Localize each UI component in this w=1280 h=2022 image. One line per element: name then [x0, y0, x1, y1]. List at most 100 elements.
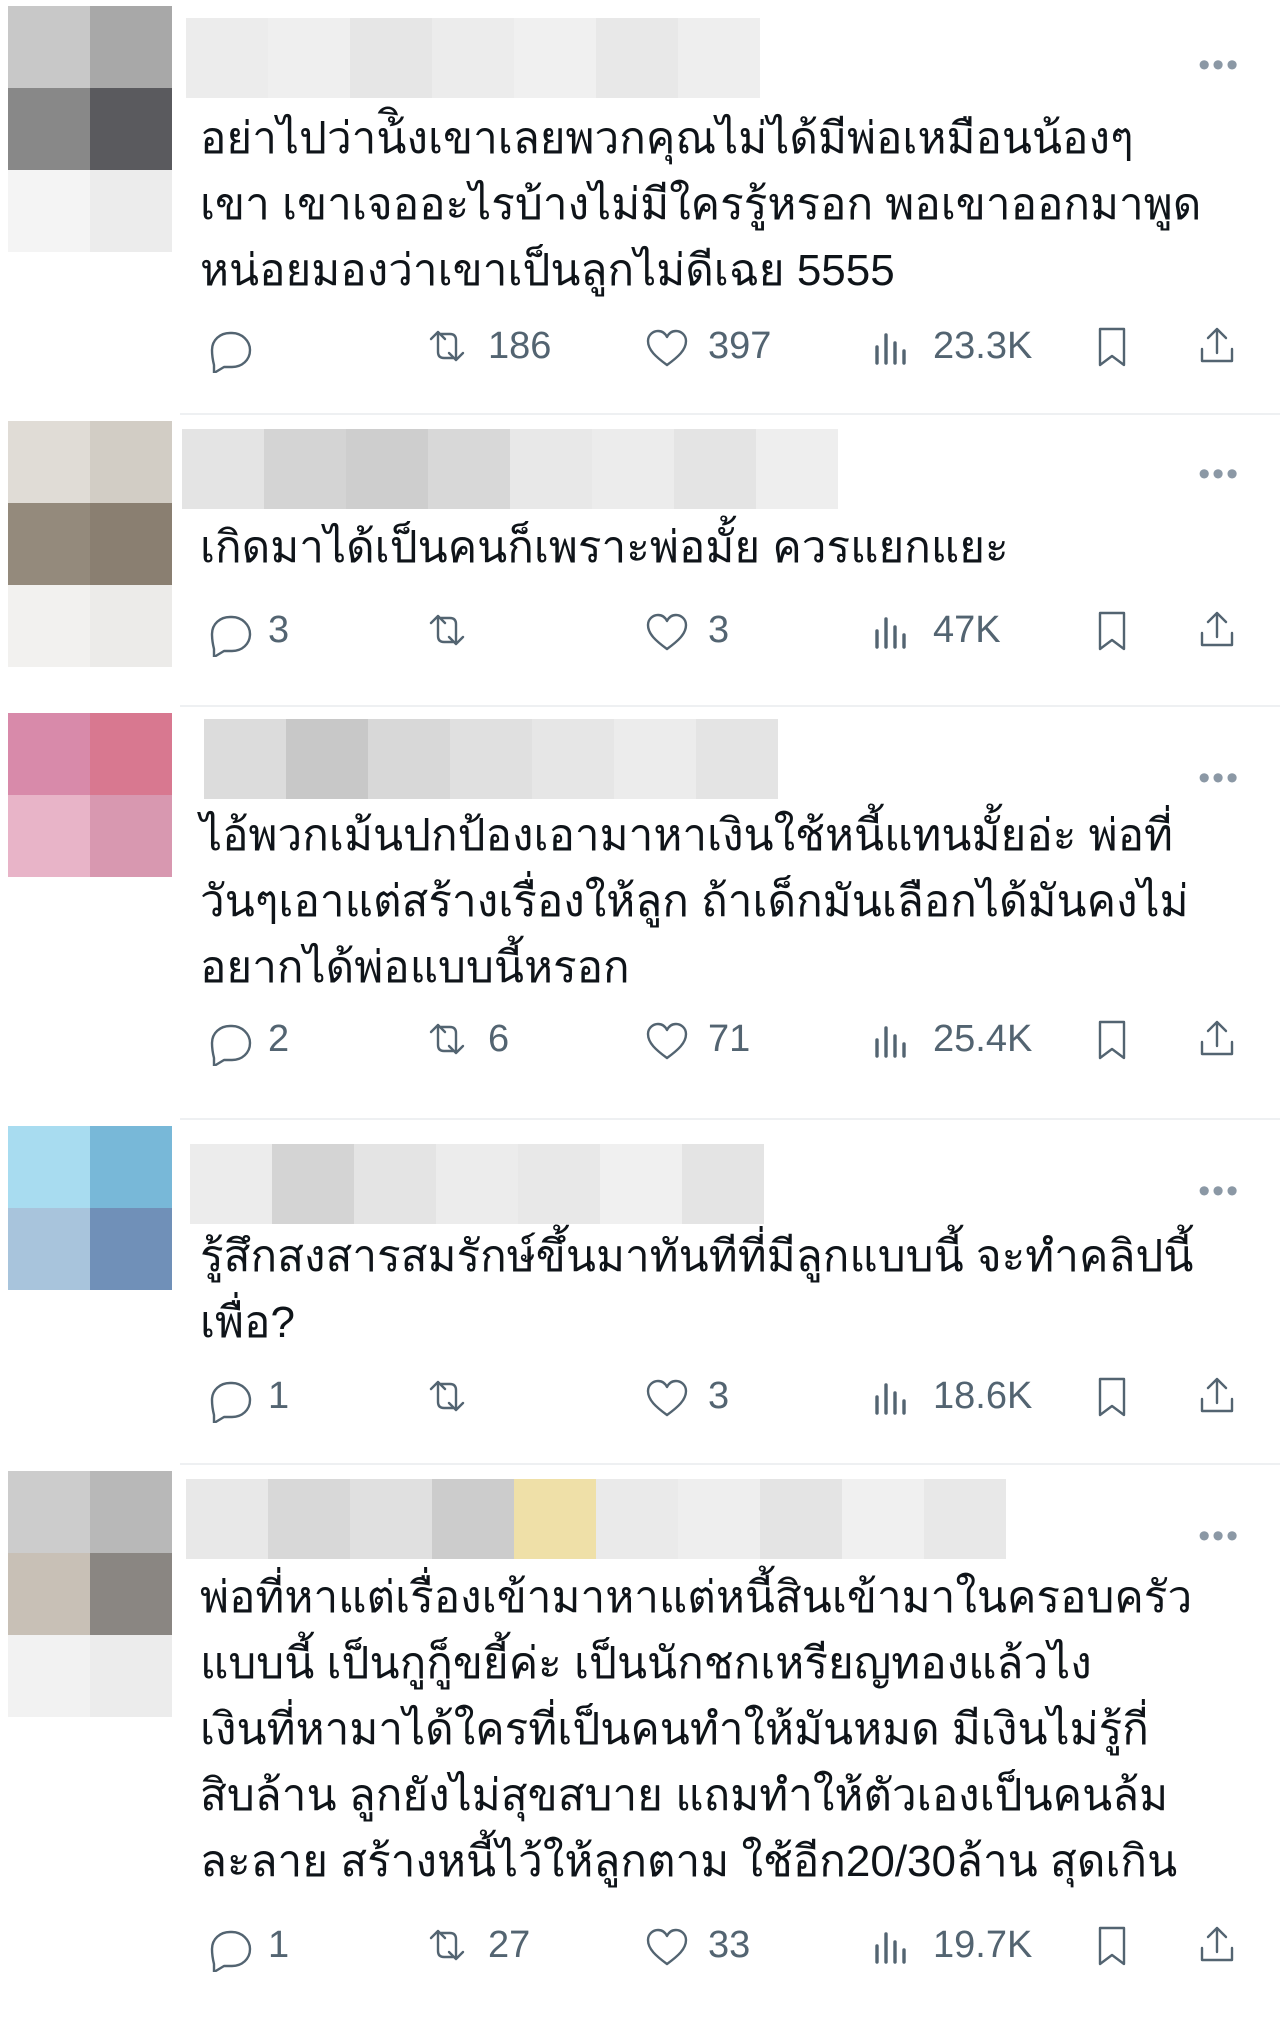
- blurred-username[interactable]: [186, 18, 760, 98]
- more-options-icon[interactable]: •••: [1198, 759, 1240, 798]
- more-options-icon[interactable]: •••: [1198, 1517, 1240, 1556]
- blurred-username[interactable]: [190, 1144, 764, 1224]
- reply-text: อย่าไปว่าน้ิงเขาเลยพวกคุณไม่ได้มีพ่อเหมื…: [200, 114, 1202, 295]
- heart-icon: [640, 603, 694, 657]
- like-count: 3: [708, 1374, 730, 1417]
- action-bar: 1 3 18.6K: [200, 1366, 1250, 1426]
- share-icon: [1190, 603, 1244, 657]
- reply-post[interactable]: ••• เกิดมาได้เป็นคนก็เพราะพ่อมั้ย ควรแยกแ…: [0, 415, 1280, 707]
- reply-post[interactable]: ••• ไอ้พวกเม้นปกป้องเอามาหาเงินใช้หนี้แทน…: [0, 707, 1280, 1120]
- avatar[interactable]: [8, 421, 172, 585]
- avatar[interactable]: [8, 713, 172, 877]
- share-icon: [1190, 1012, 1244, 1066]
- views-count: 25.4K: [933, 1017, 1033, 1060]
- reply-count: 3: [268, 608, 290, 651]
- like-button[interactable]: 33: [640, 1915, 750, 1975]
- avatar[interactable]: [8, 1126, 172, 1290]
- retweet-count: 27: [488, 1923, 531, 1966]
- views-chart-icon: [865, 603, 919, 657]
- reply-post[interactable]: ••• พ่อที่หาแต่เรื่องเข้ามาหาแต่หนี้สินเข…: [0, 1465, 1280, 2022]
- heart-icon: [640, 1918, 694, 1972]
- retweet-button[interactable]: 27: [420, 1915, 530, 1975]
- bookmark-icon: [1085, 1918, 1139, 1972]
- reply-button[interactable]: 1: [200, 1366, 289, 1426]
- bookmark-button[interactable]: [1085, 1366, 1139, 1426]
- bookmark-button[interactable]: [1085, 1915, 1139, 1975]
- reply-button[interactable]: 2: [200, 1009, 289, 1069]
- reply-text: ไอ้พวกเม้นปกป้องเอามาหาเงินใช้หนี้แทนมั้…: [200, 811, 1189, 992]
- views-count: 23.3K: [933, 324, 1033, 367]
- heart-icon: [640, 319, 694, 373]
- avatar[interactable]: [8, 6, 172, 170]
- avatar[interactable]: [8, 1471, 172, 1635]
- reply-button[interactable]: 1: [200, 1915, 289, 1975]
- reply-text: รู้สึกสงสารสมรักษ์ขึ้นมาทันทีที่มีลูกแบบ…: [200, 1232, 1194, 1347]
- bookmark-icon: [1085, 1012, 1139, 1066]
- retweet-button[interactable]: 6: [420, 1009, 509, 1069]
- retweet-button[interactable]: [420, 600, 488, 660]
- share-icon: [1190, 1369, 1244, 1423]
- views-button[interactable]: 47K: [865, 600, 1001, 660]
- views-chart-icon: [865, 1012, 919, 1066]
- views-chart-icon: [865, 1918, 919, 1972]
- like-button[interactable]: 71: [640, 1009, 750, 1069]
- retweet-icon: [420, 1012, 474, 1066]
- reply-text: พ่อที่หาแต่เรื่องเข้ามาหาแต่หนี้สินเข้าม…: [200, 1573, 1193, 1886]
- retweet-count: 6: [488, 1017, 510, 1060]
- blurred-username[interactable]: [182, 429, 838, 509]
- share-button[interactable]: [1190, 1009, 1244, 1069]
- views-chart-icon: [865, 319, 919, 373]
- bookmark-button[interactable]: [1085, 1009, 1139, 1069]
- bookmark-button[interactable]: [1085, 316, 1139, 376]
- like-count: 3: [708, 608, 730, 651]
- bookmark-button[interactable]: [1085, 600, 1139, 660]
- retweet-count: 186: [488, 324, 552, 367]
- more-options-icon[interactable]: •••: [1198, 455, 1240, 494]
- more-options-icon[interactable]: •••: [1198, 1172, 1240, 1211]
- views-button[interactable]: 25.4K: [865, 1009, 1032, 1069]
- action-bar: 2 6 71 25.4K: [200, 1009, 1250, 1069]
- blurred-username[interactable]: [186, 1479, 1006, 1559]
- share-icon: [1190, 1918, 1244, 1972]
- like-button[interactable]: 3: [640, 1366, 729, 1426]
- share-icon: [1190, 319, 1244, 373]
- share-button[interactable]: [1190, 316, 1244, 376]
- retweet-icon: [420, 319, 474, 373]
- reply-post[interactable]: ••• อย่าไปว่าน้ิงเขาเลยพวกคุณไม่ได้มีพ่อเ…: [0, 0, 1280, 415]
- reply-button[interactable]: 3: [200, 600, 289, 660]
- retweet-button[interactable]: 186: [420, 316, 551, 376]
- share-button[interactable]: [1190, 1915, 1244, 1975]
- like-count: 33: [708, 1923, 751, 1966]
- action-bar: 3 3 47K: [200, 600, 1250, 660]
- like-count: 397: [708, 324, 772, 367]
- reply-button[interactable]: [200, 316, 268, 376]
- avatar-blur-fragment: [8, 1635, 172, 1717]
- heart-icon: [640, 1369, 694, 1423]
- views-button[interactable]: 18.6K: [865, 1366, 1032, 1426]
- avatar-blur-fragment: [8, 877, 172, 959]
- action-bar: 186 397 23.3K: [200, 316, 1250, 376]
- reply-icon: [200, 1369, 254, 1423]
- views-count: 19.7K: [933, 1923, 1033, 1966]
- reply-icon: [200, 1012, 254, 1066]
- reply-icon: [200, 319, 254, 373]
- blurred-username[interactable]: [204, 719, 778, 799]
- reply-text: เกิดมาได้เป็นคนก็เพราะพ่อมั้ย ควรแยกแยะ: [200, 523, 1009, 572]
- views-button[interactable]: 19.7K: [865, 1915, 1032, 1975]
- bookmark-icon: [1085, 1369, 1139, 1423]
- retweet-icon: [420, 1369, 474, 1423]
- views-button[interactable]: 23.3K: [865, 316, 1032, 376]
- share-button[interactable]: [1190, 600, 1244, 660]
- reply-post[interactable]: ••• รู้สึกสงสารสมรักษ์ขึ้นมาทันทีที่มีลูก…: [0, 1120, 1280, 1465]
- like-count: 71: [708, 1017, 751, 1060]
- avatar-blur-fragment: [8, 1290, 172, 1372]
- heart-icon: [640, 1012, 694, 1066]
- like-button[interactable]: 397: [640, 316, 771, 376]
- avatar-blur-fragment: [8, 585, 172, 667]
- more-options-icon[interactable]: •••: [1198, 46, 1240, 85]
- share-button[interactable]: [1190, 1366, 1244, 1426]
- like-button[interactable]: 3: [640, 600, 729, 660]
- retweet-button[interactable]: [420, 1366, 488, 1426]
- views-chart-icon: [865, 1369, 919, 1423]
- bookmark-icon: [1085, 319, 1139, 373]
